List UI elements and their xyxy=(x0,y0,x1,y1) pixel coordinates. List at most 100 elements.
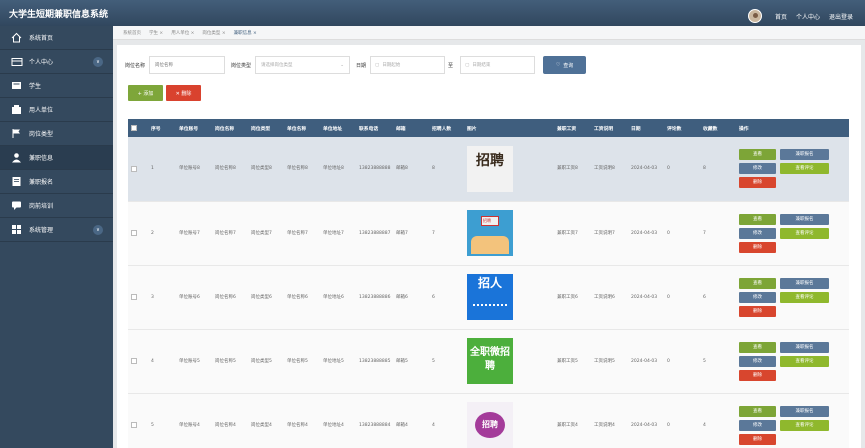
unit-account: 单位账号7 xyxy=(176,201,212,266)
view-button[interactable]: 查看 xyxy=(739,213,776,225)
sidebar-item-signup[interactable]: 兼职报名 xyxy=(0,170,113,194)
view-button[interactable]: 查看 xyxy=(739,277,776,289)
edit-button[interactable]: 修改 xyxy=(739,163,776,175)
sidebar-item-label: 用人单位 xyxy=(29,107,54,114)
picture-cell: 全职微招聘 xyxy=(464,329,554,394)
pic-text: 招聘 xyxy=(483,218,491,223)
date-from-placeholder: 日期起始 xyxy=(382,63,401,68)
search-bar: 岗位名称 岗位类型 请选择岗位类型 ⌄ 日期 ▢ 日期起始 至 ▢ 日期结束 ♡… xyxy=(125,56,587,74)
date-label: 日期 xyxy=(356,62,367,69)
unit-name: 单位名称8 xyxy=(284,137,320,202)
date: 2024-04-03 xyxy=(628,329,664,394)
query-button[interactable]: ♡ 查询 xyxy=(543,56,587,74)
row-checkbox[interactable] xyxy=(131,422,137,428)
sidebar-item-job-info[interactable]: 兼职信息 xyxy=(0,146,113,170)
post-name-input[interactable] xyxy=(149,56,226,74)
col-header: 序号 xyxy=(148,119,176,137)
nav-home-link[interactable]: 首页 xyxy=(775,12,787,21)
row-checkbox[interactable] xyxy=(131,358,137,364)
view-reviews-button[interactable]: 查看评论 xyxy=(780,419,829,431)
tab-employer[interactable]: 用人单位 × xyxy=(171,30,194,36)
signup-button[interactable]: 兼职报名 xyxy=(780,149,829,161)
delete-row-button[interactable]: 删除 xyxy=(739,241,776,253)
app-title: 大学生短期兼职信息系统 xyxy=(9,10,109,20)
sidebar-item-label: 兼职报名 xyxy=(29,179,54,186)
date-from-input[interactable]: ▢ 日期起始 xyxy=(370,56,446,74)
sidebar-item-home[interactable]: 系统首页 xyxy=(0,26,113,50)
table-header-row: 序号 单位账号 岗位名称 岗位类型 单位名称 单位地址 联系电话 邮箱 招聘人数… xyxy=(128,119,849,137)
avatar[interactable] xyxy=(747,9,762,23)
delete-row-button[interactable]: 删除 xyxy=(739,433,776,445)
view-reviews-button[interactable]: 查看评论 xyxy=(780,163,829,175)
view-reviews-button[interactable]: 查看评论 xyxy=(780,291,829,303)
post-type-select[interactable]: 请选择岗位类型 ⌄ xyxy=(255,56,351,74)
sidebar-item-student[interactable]: 学生 xyxy=(0,74,113,98)
tab-home[interactable]: 系统首页 xyxy=(123,30,141,36)
row-checkbox[interactable] xyxy=(131,230,137,236)
tab-job-type[interactable]: 岗位类型 × xyxy=(202,30,225,36)
add-button[interactable]: + 添加 xyxy=(128,85,163,101)
date-to-input[interactable]: ▢ 日期结束 xyxy=(460,56,536,74)
sidebar-item-label: 系统首页 xyxy=(29,35,54,42)
edit-button[interactable]: 修改 xyxy=(739,291,776,303)
signup-button[interactable]: 兼职报名 xyxy=(780,341,829,353)
delete-button[interactable]: ✕ 删除 xyxy=(166,85,201,101)
table-row[interactable]: 1 单位账号8 岗位名称8 岗位类型8 单位名称8 单位地址8 13823888888 邮箱8… xyxy=(128,137,849,202)
job-picture: 招聘 xyxy=(467,402,513,448)
nav-profile-link[interactable]: 个人中心 xyxy=(796,12,820,21)
sidebar-item-job-type[interactable]: 岗位类型 xyxy=(0,122,113,146)
signup-button[interactable]: 兼职报名 xyxy=(780,277,829,289)
picture-cell: 招聘 xyxy=(464,201,554,266)
salary-desc: 工资说明4 xyxy=(591,393,628,448)
email: 邮箱6 xyxy=(393,265,429,330)
recruit-count: 8 xyxy=(429,137,464,202)
row-select-cell xyxy=(128,265,148,330)
tab-job-info[interactable]: 兼职信息 × xyxy=(234,30,257,36)
table-row[interactable]: 4 单位账号5 岗位名称5 岗位类型5 单位名称5 单位地址5 13823888885 邮箱5… xyxy=(128,329,849,394)
table-row[interactable]: 2 单位账号7 岗位名称7 岗位类型7 单位名称7 单位地址7 13823888887 邮箱7… xyxy=(128,201,849,266)
signup-button[interactable]: 兼职报名 xyxy=(780,213,829,225)
chevron-down-icon[interactable]: ∨ xyxy=(93,57,103,67)
view-button[interactable]: 查看 xyxy=(739,341,776,353)
pic-text: 全职微招聘 xyxy=(470,347,510,372)
sidebar-item-profile[interactable]: 个人中心 ∨ xyxy=(0,50,113,74)
nav-logout-link[interactable]: 退出登录 xyxy=(829,12,853,21)
view-reviews-button[interactable]: 查看评论 xyxy=(780,227,829,239)
chevron-down-icon[interactable]: ∨ xyxy=(93,225,103,235)
contact-phone: 13823888886 xyxy=(356,265,393,330)
view-button[interactable]: 查看 xyxy=(739,149,776,161)
delete-row-button[interactable]: 删除 xyxy=(739,177,776,189)
sidebar-item-label: 岗位类型 xyxy=(29,131,54,138)
edit-button[interactable]: 修改 xyxy=(739,419,776,431)
signup-button[interactable]: 兼职报名 xyxy=(780,405,829,417)
sidebar-item-system[interactable]: 系统管理 ∨ xyxy=(0,218,113,242)
favorite-count: 6 xyxy=(700,265,736,330)
view-button[interactable]: 查看 xyxy=(739,405,776,417)
unit-address: 单位地址6 xyxy=(320,265,356,330)
row-index: 2 xyxy=(148,201,176,266)
delete-row-button[interactable]: 删除 xyxy=(739,369,776,381)
flag-icon xyxy=(10,128,23,139)
post-type: 岗位类型5 xyxy=(248,329,284,394)
sidebar-item-training[interactable]: 岗前培训 xyxy=(0,194,113,218)
delete-row-button[interactable]: 删除 xyxy=(739,305,776,317)
row-checkbox[interactable] xyxy=(131,294,137,300)
user-icon xyxy=(10,152,23,163)
col-header: 收藏数 xyxy=(700,119,736,137)
edit-button[interactable]: 修改 xyxy=(739,227,776,239)
col-header: 邮箱 xyxy=(393,119,429,137)
unit-address: 单位地址4 xyxy=(320,393,356,448)
post-name: 岗位名称6 xyxy=(212,265,248,330)
table-row[interactable]: 5 单位账号4 岗位名称4 岗位类型4 单位名称4 单位地址4 13823888884 邮箱4… xyxy=(128,393,849,448)
sidebar-item-employer[interactable]: 用人单位 xyxy=(0,98,113,122)
row-index: 3 xyxy=(148,265,176,330)
edit-button[interactable]: 修改 xyxy=(739,355,776,367)
pic-text: 招聘 xyxy=(476,152,504,169)
select-all-checkbox[interactable] xyxy=(131,125,137,131)
table-row[interactable]: 3 单位账号6 岗位名称6 岗位类型6 单位名称6 单位地址6 13823888886 邮箱6… xyxy=(128,265,849,330)
tab-student[interactable]: 学生 × xyxy=(149,30,163,36)
contact-phone: 13823888885 xyxy=(356,329,393,394)
view-reviews-button[interactable]: 查看评论 xyxy=(780,355,829,367)
building-icon xyxy=(10,104,23,115)
row-checkbox[interactable] xyxy=(131,165,137,172)
